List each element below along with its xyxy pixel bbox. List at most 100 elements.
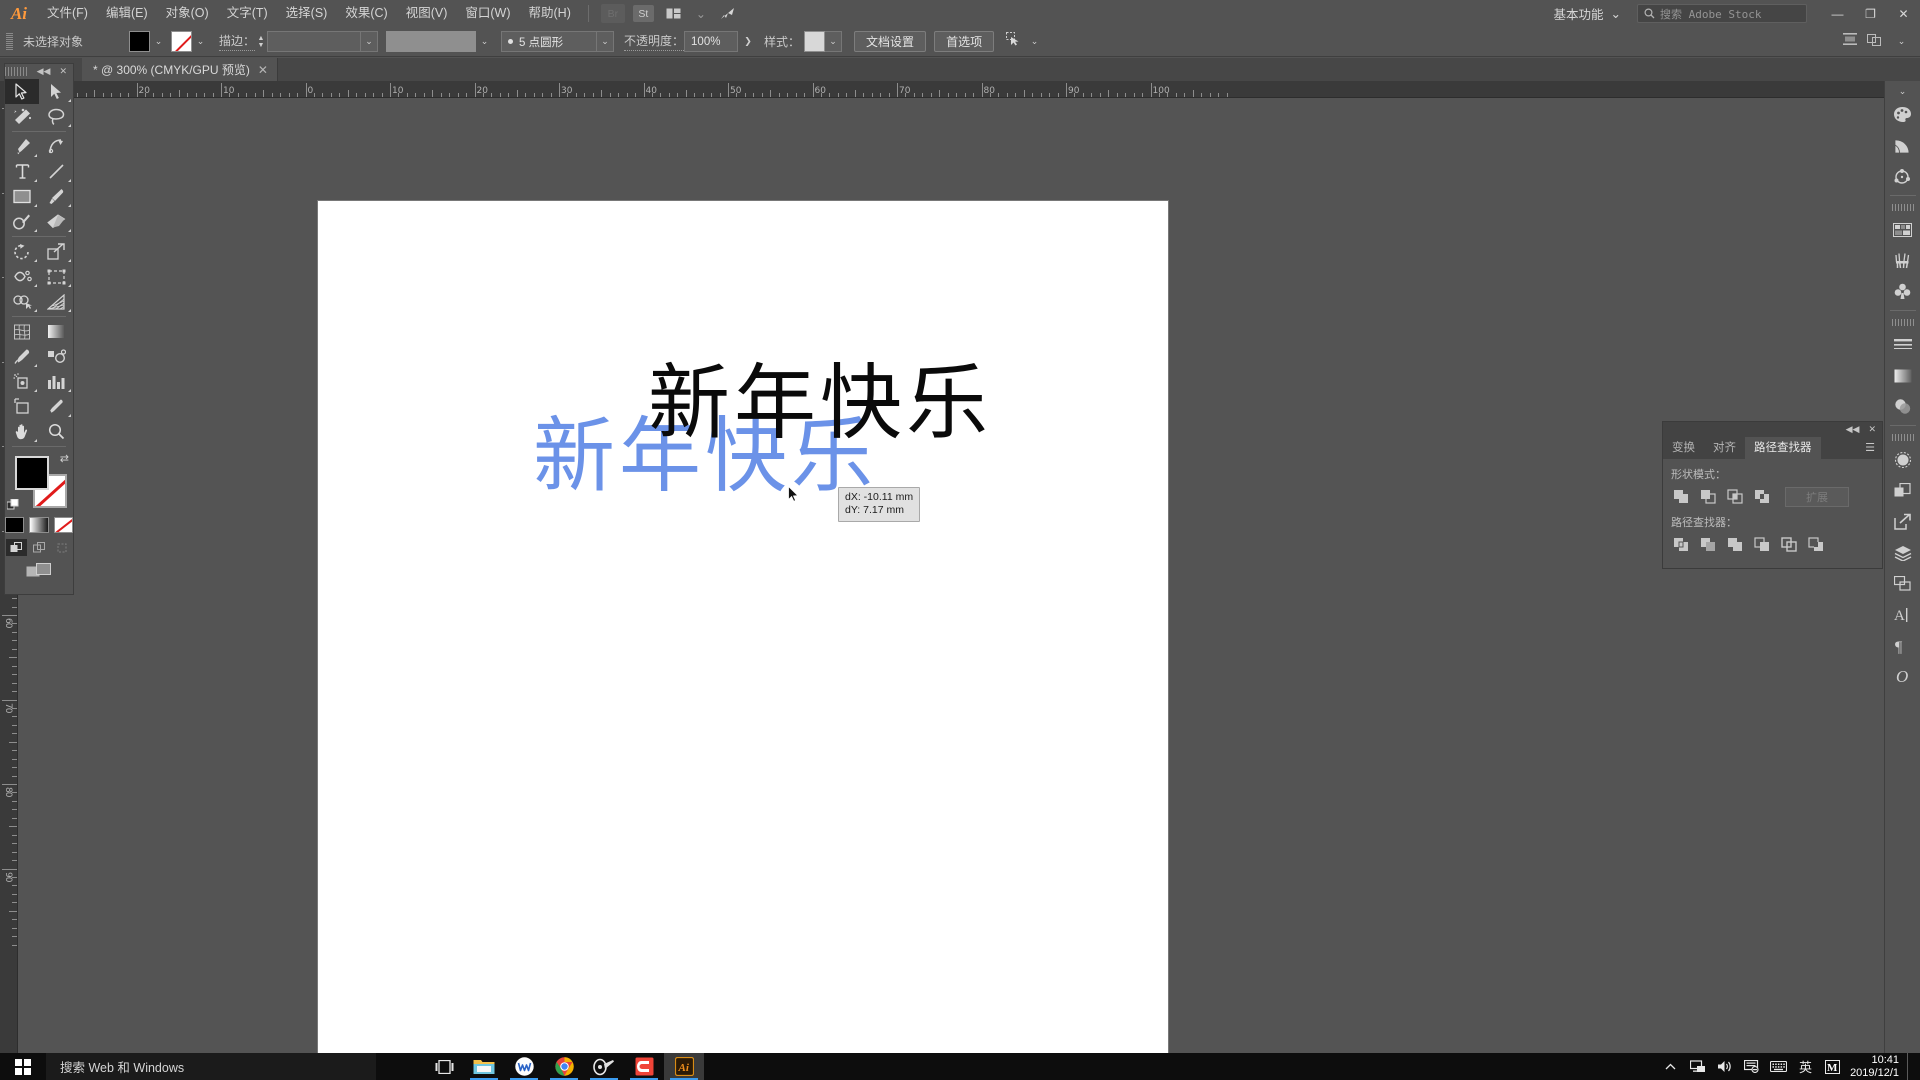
paragraph-panel-icon[interactable]: ¶: [1886, 630, 1920, 661]
asset-export-panel-icon[interactable]: [1886, 506, 1920, 537]
artboard-tool[interactable]: [5, 394, 39, 419]
fill-chevron-down-icon[interactable]: ⌄: [150, 31, 167, 52]
graphic-style-swatch[interactable]: [804, 31, 826, 52]
menu-type[interactable]: 文字(T): [218, 0, 277, 27]
tab-align[interactable]: 对齐: [1704, 437, 1745, 459]
file-explorer-button[interactable]: [464, 1053, 504, 1080]
stroke-panel-icon[interactable]: [1886, 329, 1920, 360]
brush-definition-input[interactable]: 5 点圆形: [501, 31, 598, 52]
gradient-button[interactable]: [29, 517, 49, 533]
fill-color-swatch[interactable]: [129, 31, 150, 52]
default-fill-stroke-icon[interactable]: [6, 498, 20, 512]
menu-effect[interactable]: 效果(C): [336, 0, 396, 27]
column-graph-tool[interactable]: [39, 369, 73, 394]
illustrator-button[interactable]: Ai: [664, 1053, 704, 1080]
eyedropper-tool[interactable]: [5, 344, 39, 369]
blend-tool[interactable]: [39, 344, 73, 369]
menu-object[interactable]: 对象(O): [157, 0, 218, 27]
chrome-button[interactable]: [544, 1053, 584, 1080]
stroke-weight-input[interactable]: [267, 31, 362, 52]
stroke-weight-stepper[interactable]: ▲ ▼: [255, 35, 267, 49]
gradient-tool[interactable]: [39, 319, 73, 344]
stroke-weight-chevron-down-icon[interactable]: ⌄: [361, 31, 379, 52]
menu-view[interactable]: 视图(V): [397, 0, 457, 27]
stock-icon[interactable]: St: [632, 5, 654, 22]
merge-button[interactable]: [1723, 534, 1748, 555]
arrange-panel-icon[interactable]: [1867, 33, 1883, 51]
minimize-button[interactable]: —: [1821, 0, 1854, 27]
transparency-panel-icon[interactable]: [1886, 391, 1920, 422]
toolbox-collapse-icon[interactable]: ◀◀: [37, 66, 51, 77]
pathfinder-close-icon[interactable]: ✕: [1868, 424, 1876, 435]
workspace-switcher[interactable]: 基本功能 ⌄: [1544, 4, 1628, 23]
arrange-panel-chevron-down-icon[interactable]: ⌄: [1893, 31, 1910, 52]
swap-fill-stroke-icon[interactable]: ⇄: [60, 452, 69, 465]
lasso-tool[interactable]: [39, 104, 73, 129]
eraser-tool[interactable]: [39, 209, 73, 234]
perspective-grid-tool[interactable]: [39, 289, 73, 314]
brushes-panel-icon[interactable]: [1886, 245, 1920, 276]
artboard[interactable]: 新年快乐 新年快乐: [318, 201, 1168, 1053]
none-button[interactable]: [53, 517, 73, 533]
search-adobe-stock-input[interactable]: 搜索 Adobe Stock: [1637, 4, 1807, 23]
color-guide-panel-icon[interactable]: [1886, 130, 1920, 161]
ime-language-icon[interactable]: 英: [1792, 1053, 1819, 1080]
color-button[interactable]: [5, 517, 25, 533]
exclude-button[interactable]: [1750, 486, 1775, 507]
tab-pathfinder[interactable]: 路径查找器: [1745, 437, 1821, 459]
camtasia-button[interactable]: [624, 1053, 664, 1080]
dock-group-grip[interactable]: [1891, 204, 1914, 211]
menu-select[interactable]: 选择(S): [277, 0, 337, 27]
intersect-button[interactable]: [1723, 486, 1748, 507]
color-panel-icon[interactable]: [1886, 99, 1920, 130]
unite-button[interactable]: [1669, 486, 1694, 507]
opacity-expand-icon[interactable]: ❯: [738, 31, 758, 52]
snagit-button[interactable]: [584, 1053, 624, 1080]
document-tab[interactable]: * @ 300% (CMYK/GPU 预览) ✕: [82, 58, 278, 81]
volume-icon[interactable]: [1711, 1053, 1738, 1080]
dock-group-grip[interactable]: [1891, 434, 1914, 441]
draw-behind-button[interactable]: [29, 539, 50, 556]
canvas[interactable]: 新年快乐 新年快乐 dX: -10.11 mm dY: 7.17 mm: [18, 98, 1884, 1053]
rectangle-tool[interactable]: [5, 184, 39, 209]
stroke-profile-chevron-down-icon[interactable]: ⌄: [476, 31, 493, 52]
dock-group-grip[interactable]: [1891, 319, 1914, 326]
zoom-tool[interactable]: [39, 419, 73, 444]
appearance-panel-icon[interactable]: [1886, 444, 1920, 475]
toolbox-grip[interactable]: [5, 67, 28, 76]
artwork-text-original[interactable]: 新年快乐: [648, 363, 992, 445]
arrange-chevron-down-icon[interactable]: ⌄: [694, 4, 708, 23]
mesh-tool[interactable]: [5, 319, 39, 344]
minus-front-button[interactable]: [1696, 486, 1721, 507]
menu-edit[interactable]: 编辑(E): [97, 0, 157, 27]
menu-file[interactable]: 文件(F): [38, 0, 97, 27]
hand-tool[interactable]: [5, 419, 39, 444]
control-bar-grip[interactable]: [6, 33, 13, 50]
show-hidden-icons-button[interactable]: [1657, 1053, 1684, 1080]
pathfinder-menu-icon[interactable]: ☰: [1865, 437, 1882, 459]
draw-normal-button[interactable]: [5, 539, 27, 556]
align-panel-icon[interactable]: [1843, 32, 1857, 51]
shaper-tool[interactable]: [5, 209, 39, 234]
graphic-styles-panel-icon[interactable]: [1886, 475, 1920, 506]
preferences-button[interactable]: 首选项: [934, 31, 995, 52]
expand-button[interactable]: 扩展: [1785, 486, 1849, 507]
paintbrush-tool[interactable]: [39, 184, 73, 209]
action-center-icon[interactable]: [1738, 1053, 1765, 1080]
gradient-panel-icon[interactable]: [1886, 360, 1920, 391]
tab-transform[interactable]: 变换: [1663, 437, 1704, 459]
glyphs-panel-icon[interactable]: O: [1886, 661, 1920, 692]
menu-help[interactable]: 帮助(H): [520, 0, 580, 27]
pathfinder-collapse-icon[interactable]: ◀◀: [1846, 424, 1860, 435]
rotate-tool[interactable]: [5, 239, 39, 264]
slice-tool[interactable]: [39, 394, 73, 419]
opacity-input[interactable]: 100%: [684, 31, 739, 52]
close-button[interactable]: ✕: [1887, 0, 1920, 27]
swatches-panel-icon[interactable]: [1886, 214, 1920, 245]
fill-swatch[interactable]: [15, 456, 49, 490]
character-panel-icon[interactable]: A: [1886, 599, 1920, 630]
crop-button[interactable]: [1750, 534, 1775, 555]
taskbar-clock[interactable]: 10:41 2019/12/1: [1846, 1054, 1907, 1080]
shape-builder-tool[interactable]: [5, 289, 39, 314]
opacity-label[interactable]: 不透明度：: [624, 32, 685, 51]
